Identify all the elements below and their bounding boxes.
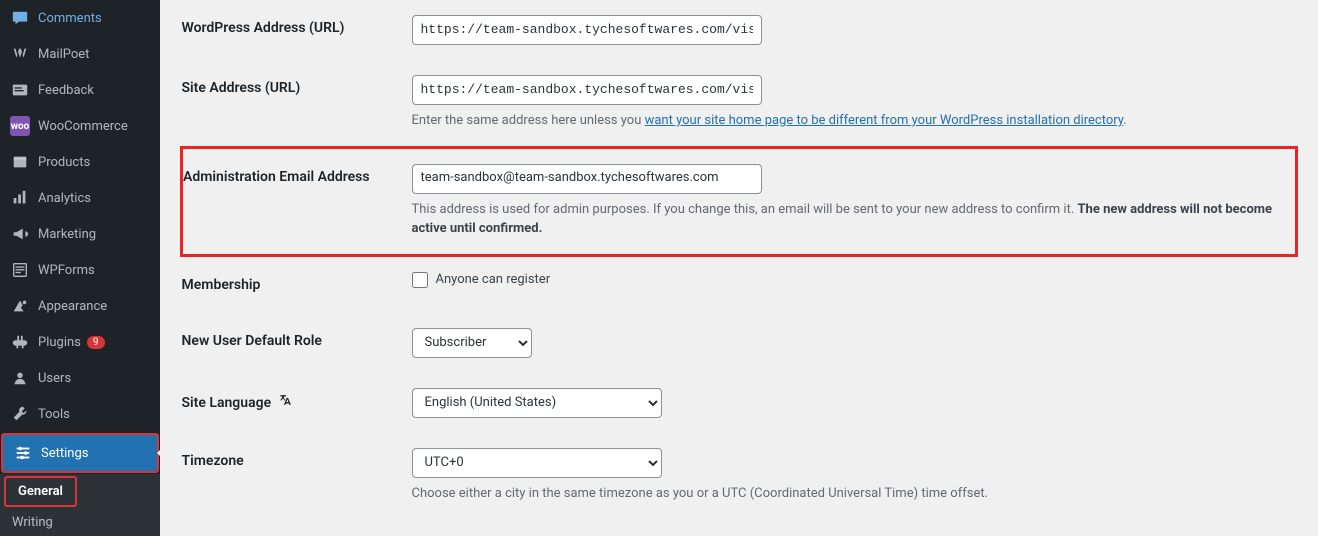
sidebar-item-plugins[interactable]: Plugins 9 xyxy=(0,324,160,360)
sidebar-item-comments[interactable]: Comments xyxy=(0,0,160,36)
settings-general-page: WordPress Address (URL) Site Address (UR… xyxy=(160,0,1318,530)
sidebar-submenu: General Writing xyxy=(0,474,160,536)
sidebar-item-settings[interactable]: Settings xyxy=(1,433,159,473)
plugins-icon xyxy=(10,332,30,352)
wpforms-icon xyxy=(10,260,30,280)
select-timezone[interactable]: UTC+0 xyxy=(412,448,662,478)
megaphone-icon xyxy=(10,224,30,244)
sidebar-item-marketing[interactable]: Marketing xyxy=(0,216,160,252)
input-admin-email[interactable] xyxy=(412,164,762,194)
feedback-icon xyxy=(10,80,30,100)
help-text: . xyxy=(1123,113,1126,128)
sidebar-item-feedback[interactable]: Feedback xyxy=(0,72,160,108)
label-new-user-role: New User Default Role xyxy=(182,313,402,373)
mailpoet-icon xyxy=(10,44,30,64)
sidebar-label: Analytics xyxy=(38,191,91,206)
checkbox-membership-wrap[interactable]: Anyone can register xyxy=(412,272,1287,288)
sidebar-label: Feedback xyxy=(38,83,94,98)
sidebar-item-woocommerce[interactable]: woo WooCommerce xyxy=(0,108,160,144)
sidebar-label: WooCommerce xyxy=(38,119,128,134)
sidebar-label: Marketing xyxy=(38,227,96,242)
checkbox-label: Anyone can register xyxy=(436,272,551,287)
select-site-language[interactable]: English (United States) xyxy=(412,388,662,418)
sidebar-item-users[interactable]: Users xyxy=(0,360,160,396)
sidebar-label: Products xyxy=(38,155,90,170)
settings-form: WordPress Address (URL) Site Address (UR… xyxy=(180,0,1298,518)
label-site-language: Site Language xyxy=(182,373,402,433)
row-timezone: Timezone UTC+0 Choose either a city in t… xyxy=(182,433,1297,519)
sidebar-label: WPForms xyxy=(38,263,95,278)
products-icon xyxy=(10,152,30,172)
settings-icon xyxy=(13,443,33,463)
users-icon xyxy=(10,368,30,388)
row-site-address: Site Address (URL) Enter the same addres… xyxy=(182,60,1297,147)
sidebar-label: Users xyxy=(38,371,71,386)
row-wp-address: WordPress Address (URL) xyxy=(182,0,1297,60)
label-wp-address: WordPress Address (URL) xyxy=(182,0,402,60)
help-admin-email: This address is used for admin purposes.… xyxy=(412,200,1286,239)
sidebar-label: Settings xyxy=(41,446,88,461)
select-new-user-role[interactable]: Subscriber xyxy=(412,328,532,358)
label-text: Site Language xyxy=(182,395,272,411)
row-membership: Membership Anyone can register xyxy=(182,255,1297,313)
sub-label: Writing xyxy=(12,515,53,530)
label-timezone: Timezone xyxy=(182,433,402,519)
sidebar-label: Plugins xyxy=(38,335,81,350)
sidebar-item-mailpoet[interactable]: MailPoet xyxy=(0,36,160,72)
sidebar-sub-general[interactable]: General xyxy=(4,476,77,507)
sidebar-sub-writing[interactable]: Writing xyxy=(0,509,160,536)
checkbox-membership[interactable] xyxy=(412,272,428,288)
row-new-user-role: New User Default Role Subscriber xyxy=(182,313,1297,373)
comment-icon xyxy=(10,8,30,28)
woocommerce-icon: woo xyxy=(10,116,30,136)
help-text: This address is used for admin purposes.… xyxy=(412,202,1078,217)
sidebar-label: Appearance xyxy=(38,299,107,314)
help-site-address: Enter the same address here unless you w… xyxy=(412,111,1287,131)
input-wp-address[interactable] xyxy=(412,15,762,45)
help-timezone: Choose either a city in the same timezon… xyxy=(412,484,1287,504)
sub-label: General xyxy=(18,484,63,499)
help-text: Enter the same address here unless you xyxy=(412,113,645,128)
sidebar-item-tools[interactable]: Tools xyxy=(0,396,160,432)
label-admin-email: Administration Email Address xyxy=(182,147,402,255)
row-admin-email: Administration Email Address This addres… xyxy=(182,147,1297,255)
tools-icon xyxy=(10,404,30,424)
link-site-address-docs[interactable]: want your site home page to be different… xyxy=(645,113,1124,128)
sidebar-item-products[interactable]: Products xyxy=(0,144,160,180)
sidebar-item-analytics[interactable]: Analytics xyxy=(0,180,160,216)
sidebar-label: Tools xyxy=(38,407,70,422)
input-site-address[interactable] xyxy=(412,75,762,105)
analytics-icon xyxy=(10,188,30,208)
appearance-icon xyxy=(10,296,30,316)
label-site-address: Site Address (URL) xyxy=(182,60,402,147)
label-membership: Membership xyxy=(182,255,402,313)
sidebar-item-appearance[interactable]: Appearance xyxy=(0,288,160,324)
row-site-language: Site Language English (United States) xyxy=(182,373,1297,433)
sidebar-item-wpforms[interactable]: WPForms xyxy=(0,252,160,288)
plugins-badge: 9 xyxy=(87,336,105,349)
sidebar-label: Comments xyxy=(38,11,102,26)
admin-sidebar: Comments MailPoet Feedback woo WooCommer… xyxy=(0,0,160,530)
sidebar-label: MailPoet xyxy=(38,47,89,62)
translate-icon xyxy=(279,393,293,411)
